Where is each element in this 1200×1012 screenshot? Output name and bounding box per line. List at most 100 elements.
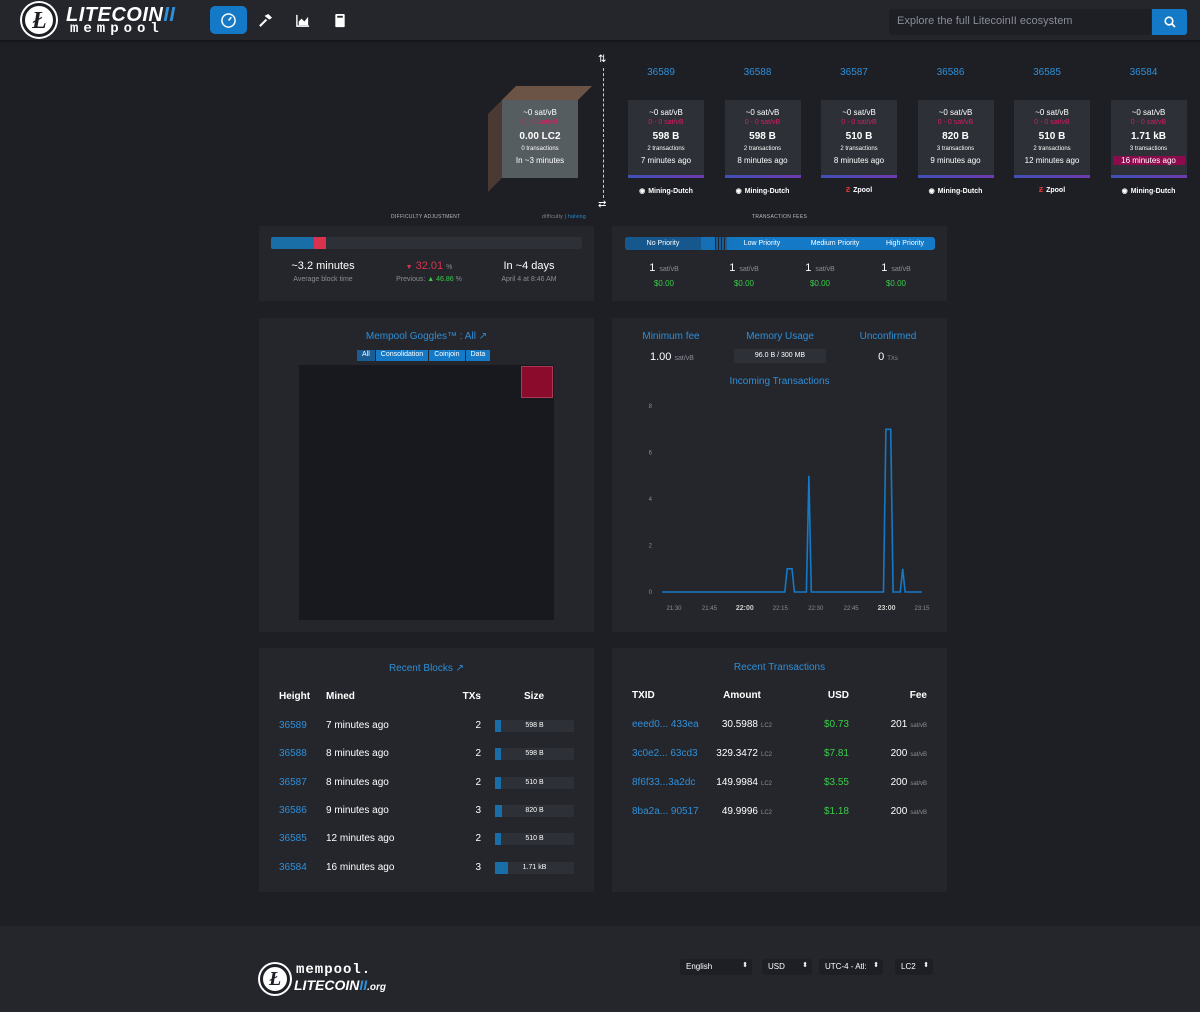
block-pool[interactable]: ◉ Mining-Dutch — [621, 187, 711, 195]
block-pool[interactable]: Ƶ Zpool — [814, 187, 904, 194]
docs-nav-button[interactable] — [321, 6, 358, 34]
fee-rate-unit: sat/vB — [891, 266, 911, 273]
swap-arrows-icon[interactable]: ⇅ — [598, 54, 606, 65]
mempool-block-eta: In ~3 minutes — [515, 156, 565, 165]
difficulty-eta-date: April 4 at 8:46 AM — [501, 276, 557, 283]
dashboard-nav-button[interactable] — [210, 6, 247, 34]
currency-select[interactable]: USD ⬍ — [762, 959, 812, 975]
block-tx-count: 2 — [475, 748, 481, 760]
goggles-tab[interactable]: Data — [465, 350, 492, 361]
block-cube[interactable]: ~0 sat/vB 0 - 0 sat/vB 510 B 2 transactions… — [821, 100, 897, 178]
block-cube[interactable]: ~0 sat/vB 0 - 0 sat/vB 510 B 2 transactions… — [1014, 100, 1090, 178]
mempool-block-cube[interactable]: ~0 sat/vB 0 - 0 sat/vB 0.00 LC2 0 transa… — [488, 86, 592, 192]
goggles-panel: Mempool Goggles™ : All ↗ All Consolidatio… — [259, 318, 594, 632]
block-height-link[interactable]: 36588 — [720, 67, 796, 78]
mempool-block-fee: ~0 sat/vB — [523, 108, 557, 117]
x-tick-label: 21:45 — [702, 606, 718, 612]
block-height-link[interactable]: 36584 — [1106, 67, 1182, 78]
block-fee-range: 0 - 0 sat/vB — [1034, 119, 1070, 126]
recent-transactions-row[interactable]: eeed0... 433ea 30.5988 LC2 $0.73 201 sat/vB — [612, 719, 947, 733]
block-size: 820 B — [942, 131, 969, 142]
mempool-tx-square[interactable] — [521, 366, 553, 398]
recent-blocks-row[interactable]: 36588 8 minutes ago 2 598 B — [259, 748, 594, 762]
block-height-link[interactable]: 36589 — [279, 720, 307, 731]
fee-rate-unit: sat/vB — [815, 266, 835, 273]
block-pool[interactable]: ◉ Mining-Dutch — [1104, 187, 1194, 195]
difficulty-halving-toggle[interactable]: difficulty | halving — [542, 214, 586, 220]
incoming-transactions-chart[interactable]: 0 2 4 6 8 21:30 21:45 22:00 22:15 22:30 22:45 23:00… — [612, 396, 947, 626]
goggles-tab[interactable]: Consolidation — [375, 350, 430, 361]
block-height-link[interactable]: 36585 — [279, 833, 307, 844]
incoming-transactions-title: Incoming Transactions — [729, 376, 830, 387]
block-pool[interactable]: Ƶ Zpool — [1007, 187, 1097, 194]
graphs-nav-button[interactable] — [284, 6, 321, 34]
block-height-link[interactable]: 36585 — [1009, 67, 1085, 78]
language-select[interactable]: English ⬍ — [680, 959, 752, 975]
block-fee: ~0 sat/vB — [842, 108, 876, 117]
search-input[interactable]: Explore the full LitecoinII ecosystem — [889, 9, 1151, 35]
unit-select[interactable]: LC2 ⬍ — [895, 959, 933, 975]
txid-link[interactable]: 8f6f33...3a2dc — [632, 777, 695, 788]
recent-transactions-row[interactable]: 8ba2a... 90517 49.9996 LC2 $1.18 200 sat/vB — [612, 806, 947, 820]
txid-link[interactable]: eeed0... 433ea — [632, 719, 699, 730]
block-size: 1.71 kB — [1130, 131, 1167, 142]
block-cube[interactable]: ~0 sat/vB 0 - 0 sat/vB 598 B 2 transactions… — [628, 100, 704, 178]
mining-nav-button[interactable] — [247, 6, 284, 34]
block-height-link[interactable]: 36586 — [913, 67, 989, 78]
recent-blocks-column-header: Height — [279, 691, 311, 702]
avg-block-time-label: Average block time — [293, 276, 353, 283]
block-fee-range: 0 - 0 sat/vB — [648, 119, 684, 126]
goggles-tab[interactable]: All — [357, 350, 376, 361]
block-pool[interactable]: ◉ Mining-Dutch — [911, 187, 1001, 195]
block-cube[interactable]: ~0 sat/vB 0 - 0 sat/vB 598 B 2 transactions… — [724, 100, 801, 178]
recent-transactions-row[interactable]: 3c0e2... 63cd3 329.3472 LC2 $7.81 200 sat/vB — [612, 748, 947, 762]
block-fee-range: 0 - 0 sat/vB — [937, 119, 974, 126]
recent-blocks-title[interactable]: Recent Blocks ↗ — [259, 663, 594, 674]
txid-link[interactable]: 3c0e2... 63cd3 — [632, 748, 698, 759]
block-height-link[interactable]: 36587 — [279, 777, 307, 788]
block-height-link[interactable]: 36584 — [279, 862, 307, 873]
mempool-block-visualization[interactable] — [299, 365, 554, 620]
swap-arrows-bottom-icon[interactable]: ⇄ — [598, 199, 606, 210]
recent-transactions-column-header: USD — [827, 690, 849, 701]
unconfirmed-value: 0 TXs — [878, 351, 898, 363]
block-tx-count: 2 transactions — [743, 146, 782, 152]
difficulty-panel: ~3.2 minutes Average block time ▼ 32.01 … — [259, 226, 594, 301]
block-cube[interactable]: ~0 sat/vB 0 - 0 sat/vB 1.71 kB 3 transactio… — [1110, 100, 1187, 178]
recent-blocks-row[interactable]: 36587 8 minutes ago 2 510 B — [259, 776, 594, 791]
recent-blocks-row[interactable]: 36585 12 minutes ago 2 510 B — [259, 833, 594, 847]
block-height-link[interactable]: 36587 — [816, 67, 892, 78]
block-cube[interactable]: ~0 sat/vB 0 - 0 sat/vB 820 B 3 transactions… — [917, 100, 994, 178]
memory-usage-bar: 96.0 B / 300 MB — [734, 349, 826, 363]
block-fee-range: 0 - 0 sat/vB — [841, 119, 877, 126]
fee-priority-label: Low Priority — [743, 240, 781, 247]
incoming-tx-series-line — [662, 428, 922, 593]
footer-logo[interactable]: Ł mempool. LITECOINII.org — [260, 962, 400, 998]
block-fee: ~0 sat/vB — [1035, 108, 1069, 117]
recent-transactions-column-header: Fee — [909, 690, 927, 701]
block-time: 9 minutes ago — [930, 156, 981, 165]
block-height-link[interactable]: 36586 — [279, 805, 307, 816]
timezone-select[interactable]: UTC-4 - Atl: ⬍ — [819, 959, 883, 975]
fee-usd: $0.00 — [653, 279, 675, 288]
fee-usd: $0.00 — [809, 279, 831, 288]
goggles-tab[interactable]: Coinjoin — [429, 350, 466, 361]
txid-link[interactable]: 8ba2a... 90517 — [632, 806, 699, 817]
site-logo[interactable]: Ł LITECOINII mempool — [22, 3, 192, 37]
chain-divider — [603, 68, 604, 198]
recent-transactions-row[interactable]: 8f6f33...3a2dc 149.9984 LC2 $3.55 200 sat/vB — [612, 777, 947, 791]
updown-caret-icon: ⬍ — [742, 962, 748, 969]
tx-amount: 49.9996 LC2 — [712, 806, 772, 817]
block-time: 7 minutes ago — [640, 156, 692, 165]
block-tx-count: 3 transactions — [936, 146, 975, 152]
recent-blocks-row[interactable]: 36584 16 minutes ago 3 1.71 kB — [259, 861, 594, 876]
tx-amount-unit: LC2 — [760, 723, 772, 729]
recent-blocks-row[interactable]: 36586 9 minutes ago 3 820 B — [259, 804, 594, 819]
block-pool[interactable]: ◉ Mining-Dutch — [718, 187, 808, 195]
updown-caret-icon: ⬍ — [873, 962, 879, 969]
goggles-title[interactable]: Mempool Goggles™ : All ↗ — [259, 331, 594, 342]
block-height-link[interactable]: 36589 — [623, 67, 699, 78]
block-height-link[interactable]: 36588 — [279, 748, 307, 759]
search-button[interactable] — [1152, 9, 1187, 35]
recent-blocks-row[interactable]: 36589 7 minutes ago 2 598 B — [259, 720, 594, 734]
